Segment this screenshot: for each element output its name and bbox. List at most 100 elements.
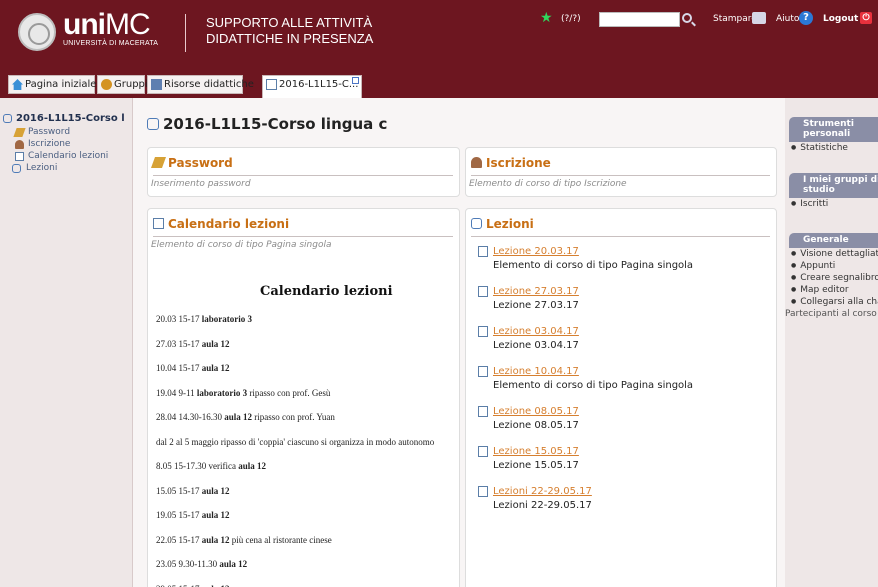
calendar-line-note: più cena al ristorante cinese xyxy=(229,534,332,545)
calendar-line-text: 19.04 9-11 xyxy=(156,387,197,398)
printer-icon[interactable] xyxy=(752,12,766,24)
page-icon xyxy=(15,152,24,161)
lesson-link[interactable]: Lezione 27.03.17 xyxy=(493,286,579,297)
lesson-description: Lezione 27.03.17 xyxy=(493,300,579,311)
help-icon[interactable]: ? xyxy=(799,11,813,25)
nav-item-iscrizione[interactable]: Iscrizione xyxy=(14,138,132,150)
calendar-line-text: 15.05 15-17 xyxy=(156,485,202,496)
tab-close-icon[interactable] xyxy=(352,77,359,84)
lesson-link[interactable]: Lezione 03.04.17 xyxy=(493,326,579,337)
appunti-link[interactable]: Appunti xyxy=(789,260,878,272)
statistiche-link[interactable]: Statistiche xyxy=(789,142,878,154)
calendar-line: 8.05 15-17.30 verifica aula 12 xyxy=(156,461,434,486)
print-link[interactable]: Stampare xyxy=(713,14,757,24)
logout-link[interactable]: Logout xyxy=(823,14,858,24)
favorites-counter: (?/?) xyxy=(561,14,581,24)
password-icon xyxy=(13,128,26,137)
calendar-heading: Calendario lezioni xyxy=(260,284,393,299)
calendar-line: 19.04 9-11 laboratorio 3 ripasso con pro… xyxy=(156,388,434,413)
calendar-line-text: 20.03 15-17 xyxy=(156,314,202,324)
nav-item-password[interactable]: Password xyxy=(13,126,132,138)
calendar-line: 20.03 15-17 laboratorio 3 xyxy=(156,314,434,339)
calendar-line: dal 2 al 5 maggio ripasso di 'coppia' ci… xyxy=(156,437,434,462)
calendar-line-room: aula 12 xyxy=(201,485,230,496)
password-icon xyxy=(150,157,167,168)
group-icon xyxy=(101,79,112,90)
calendar-line-room: laboratorio 3 xyxy=(196,387,248,398)
page-icon xyxy=(478,366,488,377)
calendar-line: 29.05 15-17 aula 12 xyxy=(156,584,434,587)
chat-link[interactable]: Collegarsi alla cha xyxy=(789,296,878,308)
calendar-line-text: 28.04 14.30-16.30 xyxy=(156,412,225,422)
calendar-line: 10.04 15-17 aula 12 xyxy=(156,363,434,388)
logo-main-text: uni xyxy=(63,8,106,41)
lesson-description: Elemento di corso di tipo Pagina singola xyxy=(493,260,694,271)
nav-root-label: 2016-L1L15-Corso l xyxy=(16,113,125,124)
help-link[interactable]: Aiuto xyxy=(776,14,799,24)
search-input[interactable] xyxy=(599,12,680,27)
page-title-text: 2016-L1L15-Corso lingua c xyxy=(163,115,388,133)
card-title-text: Password xyxy=(168,156,233,170)
calendar-list: 20.03 15-17 laboratorio 3 27.03 15-17 aul… xyxy=(156,314,434,587)
partecipanti-link[interactable]: Partecipanti al corso xyxy=(785,308,878,321)
nav-course-root[interactable]: 2016-L1L15-Corso l xyxy=(2,112,132,126)
lesson-link[interactable]: Lezione 20.03.17 xyxy=(493,246,579,257)
card-title-text: Iscrizione xyxy=(486,156,551,170)
lesson-description: Elemento di corso di tipo Pagina singola xyxy=(493,380,694,391)
map-editor-link[interactable]: Map editor xyxy=(789,284,878,296)
calendar-line-text: 19.05 15-17 xyxy=(156,510,202,520)
calendario-card-title[interactable]: Calendario lezioni xyxy=(153,217,289,231)
tab-home[interactable]: Pagina iniziale xyxy=(8,75,96,94)
nav-item-label: Password xyxy=(28,127,71,137)
lesson-link[interactable]: Lezione 08.05.17 xyxy=(493,406,579,417)
nav-item-lezioni[interactable]: Lezioni xyxy=(2,162,132,174)
lesson-description: Lezione 08.05.17 xyxy=(493,420,579,431)
logo-subtitle: UNIVERSITÀ DI MACERATA xyxy=(63,40,159,47)
card-divider xyxy=(471,175,770,176)
calendar-line-text: 8.05 15-17.30 verifica xyxy=(156,461,239,471)
search-icon[interactable] xyxy=(682,13,692,23)
page-icon xyxy=(478,446,488,457)
site-title-line2: DIDATTICHE IN PRESENZA xyxy=(206,31,374,46)
lezioni-card-title[interactable]: Lezioni xyxy=(471,217,534,231)
segnalibro-link[interactable]: Creare segnalibro xyxy=(789,272,878,284)
calendar-line: 15.05 15-17 aula 12 xyxy=(156,486,434,511)
star-icon[interactable]: ★ xyxy=(540,10,553,26)
card-divider xyxy=(153,236,453,237)
unimc-logo[interactable]: uniMC UNIVERSITÀ DI MACERATA xyxy=(63,8,158,47)
iscrizione-card-title[interactable]: Iscrizione xyxy=(471,156,551,170)
top-toolbar: ★ (?/?) Stampare Aiuto ? Logout ⏻ xyxy=(540,10,872,30)
tab-course[interactable]: 2016-L1L15-C... xyxy=(262,75,362,98)
page-icon xyxy=(478,246,488,257)
calendar-line: 22.05 15-17 aula 12 più cena al ristoran… xyxy=(156,535,434,560)
calendar-line-text: dal 2 al 5 maggio ripasso di 'coppia' ci… xyxy=(156,436,435,447)
calendar-line-room: aula 12 xyxy=(201,338,230,349)
calendar-line: 28.04 14.30-16.30 aula 12 ripasso con pr… xyxy=(156,412,434,437)
tab-label: Gruppi xyxy=(114,79,148,90)
course-icon xyxy=(147,118,159,130)
lesson-link[interactable]: Lezioni 22-29.05.17 xyxy=(493,486,592,497)
tab-groups[interactable]: Gruppi xyxy=(97,75,148,94)
calendar-line-note: ripasso con prof. Yuan xyxy=(252,412,335,422)
calendar-line-text: 22.05 15-17 xyxy=(156,534,202,545)
resources-icon xyxy=(151,79,162,90)
password-card-title[interactable]: Password xyxy=(150,156,233,170)
iscritti-link[interactable]: Iscritti xyxy=(789,198,878,210)
tab-label: Risorse didattiche xyxy=(164,79,254,90)
page-icon xyxy=(478,286,488,297)
gruppi-panel: I miei gruppi di studio Iscritti xyxy=(789,173,878,210)
card-divider xyxy=(471,236,770,237)
enrollment-icon xyxy=(15,140,24,149)
nav-item-calendario[interactable]: Calendario lezioni xyxy=(14,150,132,162)
password-card: Password Inserimento password xyxy=(147,147,460,197)
lesson-link[interactable]: Lezione 10.04.17 xyxy=(493,366,579,377)
lesson-link[interactable]: Lezione 15.05.17 xyxy=(493,446,579,457)
page-icon xyxy=(478,326,488,337)
university-seal-logo[interactable] xyxy=(18,13,56,51)
logout-icon[interactable]: ⏻ xyxy=(860,12,872,24)
visione-dettagliata-link[interactable]: Visione dettagliata xyxy=(789,248,878,260)
header-bar: uniMC UNIVERSITÀ DI MACERATA SUPPORTO AL… xyxy=(0,0,878,98)
tab-resources[interactable]: Risorse didattiche xyxy=(147,75,254,94)
home-icon xyxy=(12,79,23,90)
calendar-line: 23.05 9.30-11.30 aula 12 xyxy=(156,559,434,584)
